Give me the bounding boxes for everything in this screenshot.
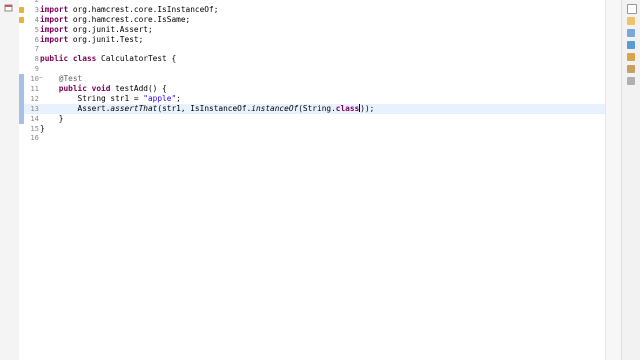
code-token: instanceOf bbox=[251, 103, 299, 113]
line-number: 4 bbox=[34, 14, 39, 24]
change-marker bbox=[19, 25, 24, 35]
code-token: @Test bbox=[58, 74, 83, 84]
line-number: 14 bbox=[30, 113, 39, 123]
code-text: } bbox=[40, 113, 64, 124]
problems-icon[interactable] bbox=[627, 53, 635, 61]
code-line[interactable]: 7 bbox=[19, 44, 605, 54]
code-text: import org.hamcrest.core.IsSame; bbox=[40, 15, 190, 25]
code-line[interactable]: 4 import org.hamcrest.core.IsSame; bbox=[19, 15, 605, 25]
code-token: org.junit.Assert; bbox=[68, 24, 153, 34]
code-line[interactable]: 11 public void testAdd() { bbox=[19, 84, 605, 94]
line-number: 5 bbox=[34, 24, 39, 34]
line-number: 3 bbox=[34, 4, 39, 14]
line-number: 6 bbox=[34, 34, 39, 44]
code-token: (str1, IsInstanceOf. bbox=[157, 103, 252, 113]
code-text: import org.junit.Test; bbox=[40, 35, 143, 45]
code-text: import org.hamcrest.core.IsInstanceOf; bbox=[40, 5, 218, 15]
line-number: 12 bbox=[30, 93, 39, 103]
code-token: } bbox=[40, 113, 64, 123]
line-number: 11 bbox=[30, 84, 39, 94]
code-token: Assert. bbox=[40, 103, 111, 113]
code-line[interactable]: 9 bbox=[19, 64, 605, 74]
code-line[interactable]: 13 Assert.assertThat(str1, IsInstanceOf.… bbox=[19, 103, 605, 114]
code-line[interactable]: 15} bbox=[19, 124, 605, 134]
code-text: import org.junit.Assert; bbox=[40, 25, 153, 35]
change-marker bbox=[19, 35, 24, 45]
code-line[interactable]: 12 String str1 = "apple"; bbox=[19, 93, 605, 104]
change-marker bbox=[19, 124, 24, 134]
change-marker bbox=[19, 103, 24, 114]
code-token: testAdd() { bbox=[110, 84, 167, 94]
search-icon[interactable] bbox=[627, 65, 635, 73]
line-number: 15 bbox=[30, 123, 39, 133]
code-token: org.hamcrest.core.IsInstanceOf; bbox=[68, 4, 219, 14]
code-token: String str1 = bbox=[40, 93, 144, 103]
code-token: import bbox=[40, 34, 69, 44]
line-number: 16 bbox=[30, 133, 39, 143]
code-token: ; bbox=[176, 93, 181, 103]
change-marker bbox=[19, 54, 24, 64]
code-line[interactable]: 6 import org.junit.Test; bbox=[19, 35, 605, 45]
change-marker bbox=[19, 84, 24, 94]
code-line[interactable]: 3 import org.hamcrest.core.IsInstanceOf; bbox=[19, 5, 605, 15]
warning-marker-icon bbox=[19, 5, 24, 15]
code-text: public void testAdd() { bbox=[40, 84, 167, 94]
code-line[interactable]: 8 public class CalculatorTest { bbox=[19, 54, 605, 64]
code-token: org.hamcrest.core.IsSame; bbox=[68, 14, 191, 24]
code-text: public class CalculatorTest { bbox=[40, 54, 176, 64]
console-icon[interactable] bbox=[627, 41, 635, 49]
code-text: String str1 = "apple"; bbox=[40, 94, 181, 104]
code-token: import bbox=[40, 24, 69, 34]
debug-icon[interactable] bbox=[627, 77, 635, 85]
code-token: assertThat bbox=[110, 103, 158, 113]
change-marker bbox=[19, 113, 24, 124]
code-token: (String. bbox=[298, 103, 336, 113]
code-lines: 23import org.hamcrest.core.IsInstanceOf;… bbox=[19, 0, 605, 143]
line-number: 9 bbox=[34, 64, 39, 74]
code-text: } bbox=[40, 124, 45, 134]
outline-icon[interactable] bbox=[627, 29, 635, 37]
code-token: import bbox=[40, 4, 69, 14]
line-number: 7 bbox=[34, 44, 39, 54]
code-line[interactable]: 5 import org.junit.Assert; bbox=[19, 25, 605, 35]
code-token: )); bbox=[360, 103, 375, 113]
change-marker bbox=[19, 74, 24, 85]
right-trim-bar bbox=[621, 0, 640, 360]
left-trim-bar bbox=[0, 0, 20, 360]
warning-marker-icon bbox=[19, 15, 24, 25]
code-token: class bbox=[335, 103, 360, 113]
restore-view-icon[interactable] bbox=[4, 3, 14, 13]
code-line[interactable]: 10− @Test bbox=[19, 74, 605, 85]
code-text: @Test bbox=[40, 74, 82, 84]
code-token: public void bbox=[58, 84, 111, 94]
code-line[interactable]: 16 bbox=[19, 133, 605, 143]
code-token: org.junit.Test; bbox=[68, 34, 144, 44]
line-number: 13 bbox=[30, 103, 39, 113]
change-marker bbox=[19, 44, 24, 54]
code-editor[interactable]: 23import org.hamcrest.core.IsInstanceOf;… bbox=[19, 0, 605, 360]
code-token: public class bbox=[40, 54, 97, 64]
change-marker bbox=[19, 64, 24, 74]
code-token: } bbox=[40, 123, 45, 133]
change-marker bbox=[19, 93, 24, 104]
line-number: 8 bbox=[34, 54, 39, 64]
restore-icon[interactable] bbox=[627, 4, 637, 14]
code-token: CalculatorTest { bbox=[96, 54, 177, 64]
line-number: 10 bbox=[30, 74, 39, 84]
code-text: Assert.assertThat(str1, IsInstanceOf.ins… bbox=[40, 103, 375, 114]
task-list-icon[interactable] bbox=[627, 17, 635, 25]
code-token: import bbox=[40, 14, 69, 24]
change-marker bbox=[19, 133, 24, 143]
code-token: "apple" bbox=[143, 93, 177, 103]
code-line[interactable]: 14 } bbox=[19, 113, 605, 124]
overview-ruler[interactable] bbox=[605, 0, 622, 360]
